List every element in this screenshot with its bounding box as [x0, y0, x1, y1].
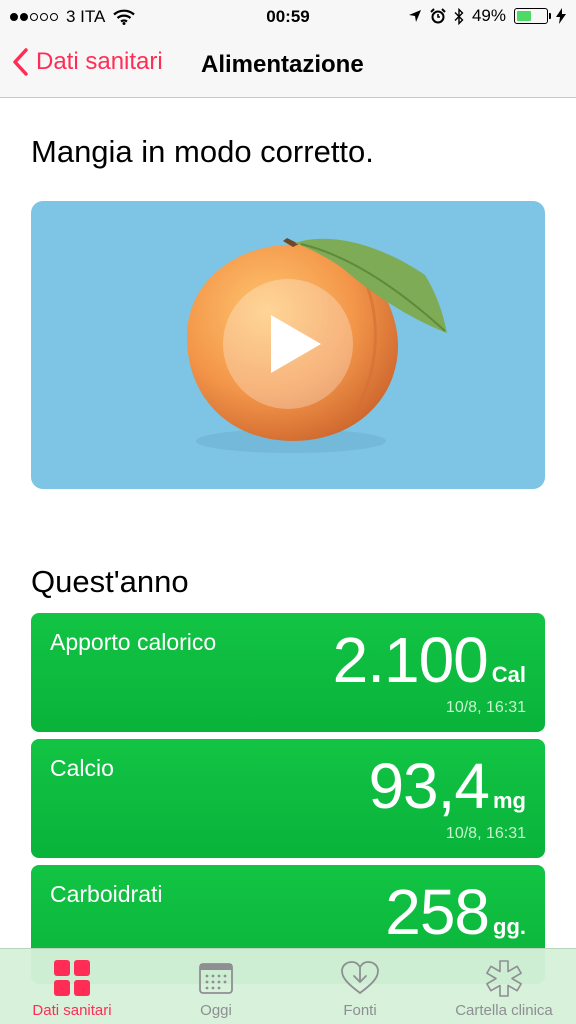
- page-title: Alimentazione: [201, 51, 364, 78]
- status-bar: 3 ITA 00:59 49%: [0, 0, 576, 34]
- battery-level: [517, 11, 531, 21]
- medical-asterisk-icon: [484, 960, 524, 997]
- battery-percentage: 49%: [471, 6, 506, 25]
- bluetooth-icon: [454, 7, 464, 25]
- tab-oggi[interactable]: Oggi: [144, 949, 288, 1024]
- card-label: Apporto calorico: [50, 629, 217, 655]
- heart-download-icon: [340, 960, 380, 996]
- card-timestamp: 10/8, 16:31: [445, 699, 526, 716]
- alarm-icon: [430, 8, 446, 24]
- card-value-number: 258: [385, 876, 490, 948]
- calendar-icon: [196, 960, 236, 996]
- tab-bar: Dati sanitari Oggi Fonti Cartella clinic…: [0, 948, 576, 1024]
- intro-headline: Mangia in modo corretto.: [31, 134, 374, 169]
- tab-label: Dati sanitari: [32, 1002, 112, 1019]
- tab-label: Cartella clinica: [455, 1002, 553, 1019]
- tab-fonti[interactable]: Fonti: [288, 949, 432, 1024]
- nutrition-card-calories[interactable]: Apporto calorico 2.100 Cal 10/8, 16:31: [31, 613, 545, 732]
- card-value: 258 gg.: [385, 875, 526, 949]
- card-value-number: 93,4: [368, 750, 490, 822]
- health-data-grid-icon: [52, 960, 92, 996]
- back-button[interactable]: Dati sanitari: [12, 48, 163, 76]
- card-label: Carboidrati: [50, 881, 163, 907]
- navigation-bar: Dati sanitari Alimentazione: [0, 34, 576, 98]
- card-value-unit: gg.: [493, 914, 526, 939]
- tab-label: Oggi: [200, 1002, 232, 1019]
- card-value: 2.100 Cal: [333, 623, 526, 697]
- play-button[interactable]: [223, 279, 353, 409]
- location-arrow-icon: [408, 10, 421, 22]
- card-label: Calcio: [50, 755, 114, 781]
- back-button-label: Dati sanitari: [36, 48, 163, 75]
- tab-label: Fonti: [343, 1002, 377, 1019]
- card-value-number: 2.100: [332, 624, 489, 696]
- section-title: Quest'anno: [31, 564, 189, 599]
- play-icon: [271, 315, 321, 373]
- battery-icon: [514, 8, 551, 24]
- status-right: 49%: [408, 6, 566, 26]
- card-value-unit: mg: [493, 788, 526, 813]
- charging-bolt-icon: [556, 8, 566, 24]
- card-value-unit: Cal: [491, 662, 526, 687]
- chevron-left-icon: [13, 48, 28, 76]
- tab-dati-sanitari[interactable]: Dati sanitari: [0, 949, 144, 1024]
- card-value: 93,4 mg: [368, 749, 526, 823]
- tab-cartella-clinica[interactable]: Cartella clinica: [432, 949, 576, 1024]
- card-timestamp: 10/8, 16:31: [445, 825, 526, 842]
- intro-video[interactable]: [31, 201, 545, 489]
- nutrition-card-calcium[interactable]: Calcio 93,4 mg 10/8, 16:31: [31, 739, 545, 858]
